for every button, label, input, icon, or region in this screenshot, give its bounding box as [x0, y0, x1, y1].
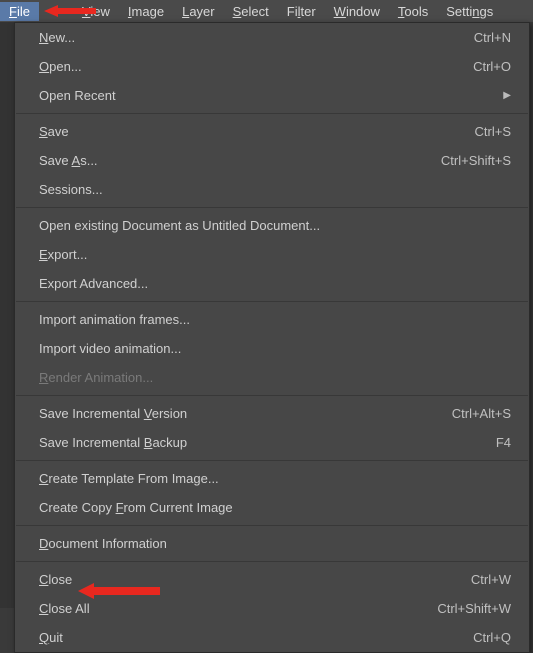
menu-shortcut: Ctrl+Alt+S: [452, 406, 511, 421]
menubar-filter[interactable]: Filter: [278, 2, 325, 21]
menu-quit[interactable]: Quit Ctrl+Q: [15, 623, 529, 652]
menubar-layer[interactable]: Layer: [173, 2, 224, 21]
menu-create-template[interactable]: Create Template From Image...: [15, 464, 529, 493]
menu-export[interactable]: Export...: [15, 240, 529, 269]
menu-save[interactable]: Save Ctrl+S: [15, 117, 529, 146]
menu-shortcut: Ctrl+S: [475, 124, 511, 139]
menu-label: Create Copy From Current Image: [39, 500, 511, 515]
menu-label: Save Incremental Version: [39, 406, 452, 421]
menu-shortcut: Ctrl+Shift+S: [441, 153, 511, 168]
left-panel-strip: [0, 22, 14, 608]
menu-label: Create Template From Image...: [39, 471, 511, 486]
menu-label: Render Animation...: [39, 370, 511, 385]
menu-export-advanced[interactable]: Export Advanced...: [15, 269, 529, 298]
menu-open-recent[interactable]: Open Recent ▶: [15, 81, 529, 110]
menu-separator: [16, 207, 528, 208]
menu-label: Open...: [39, 59, 473, 74]
menubar-tools[interactable]: Tools: [389, 2, 437, 21]
menu-label: Import video animation...: [39, 341, 511, 356]
menu-label: Document Information: [39, 536, 511, 551]
menu-import-animation-frames[interactable]: Import animation frames...: [15, 305, 529, 334]
menu-label: Export...: [39, 247, 511, 262]
menu-shortcut: Ctrl+O: [473, 59, 511, 74]
main-menubar: File View Image Layer Select Filter Wind…: [0, 0, 533, 22]
menu-shortcut: Ctrl+Q: [473, 630, 511, 645]
menu-close[interactable]: Close Ctrl+W: [15, 565, 529, 594]
menu-close-all[interactable]: Close All Ctrl+Shift+W: [15, 594, 529, 623]
menu-label: Open existing Document as Untitled Docum…: [39, 218, 511, 233]
menu-label: Save: [39, 124, 475, 139]
menu-label: Close: [39, 572, 471, 587]
menu-open[interactable]: Open... Ctrl+O: [15, 52, 529, 81]
menu-shortcut: Ctrl+W: [471, 572, 511, 587]
menu-label: Quit: [39, 630, 473, 645]
file-dropdown-menu: New... Ctrl+N Open... Ctrl+O Open Recent…: [14, 22, 530, 653]
menu-label: New...: [39, 30, 474, 45]
menubar-select[interactable]: Select: [224, 2, 278, 21]
menu-shortcut: Ctrl+Shift+W: [437, 601, 511, 616]
menu-label: Save Incremental Backup: [39, 435, 496, 450]
menubar-window[interactable]: Window: [325, 2, 389, 21]
menubar-image[interactable]: Image: [119, 2, 173, 21]
menu-label: Sessions...: [39, 182, 511, 197]
menubar-hidden[interactable]: [39, 9, 73, 13]
menu-separator: [16, 525, 528, 526]
menu-create-copy[interactable]: Create Copy From Current Image: [15, 493, 529, 522]
menu-separator: [16, 113, 528, 114]
menu-separator: [16, 460, 528, 461]
menu-label: Import animation frames...: [39, 312, 511, 327]
menu-separator: [16, 561, 528, 562]
submenu-arrow-icon: ▶: [503, 90, 511, 101]
menu-label: Export Advanced...: [39, 276, 511, 291]
menu-save-as[interactable]: Save As... Ctrl+Shift+S: [15, 146, 529, 175]
menu-render-animation: Render Animation...: [15, 363, 529, 392]
menu-import-video-animation[interactable]: Import video animation...: [15, 334, 529, 363]
menu-label: Open Recent: [39, 88, 503, 103]
menu-sessions[interactable]: Sessions...: [15, 175, 529, 204]
menubar-settings[interactable]: Settings: [437, 2, 502, 21]
menu-new[interactable]: New... Ctrl+N: [15, 23, 529, 52]
menu-separator: [16, 301, 528, 302]
menu-separator: [16, 395, 528, 396]
menu-open-existing-untitled[interactable]: Open existing Document as Untitled Docum…: [15, 211, 529, 240]
menu-shortcut: Ctrl+N: [474, 30, 511, 45]
menubar-view[interactable]: View: [73, 2, 119, 21]
menu-shortcut: F4: [496, 435, 511, 450]
menu-document-information[interactable]: Document Information: [15, 529, 529, 558]
menu-save-incremental-version[interactable]: Save Incremental Version Ctrl+Alt+S: [15, 399, 529, 428]
menu-label: Save As...: [39, 153, 441, 168]
menu-label: Close All: [39, 601, 437, 616]
menu-save-incremental-backup[interactable]: Save Incremental Backup F4: [15, 428, 529, 457]
menubar-file[interactable]: File: [0, 2, 39, 21]
